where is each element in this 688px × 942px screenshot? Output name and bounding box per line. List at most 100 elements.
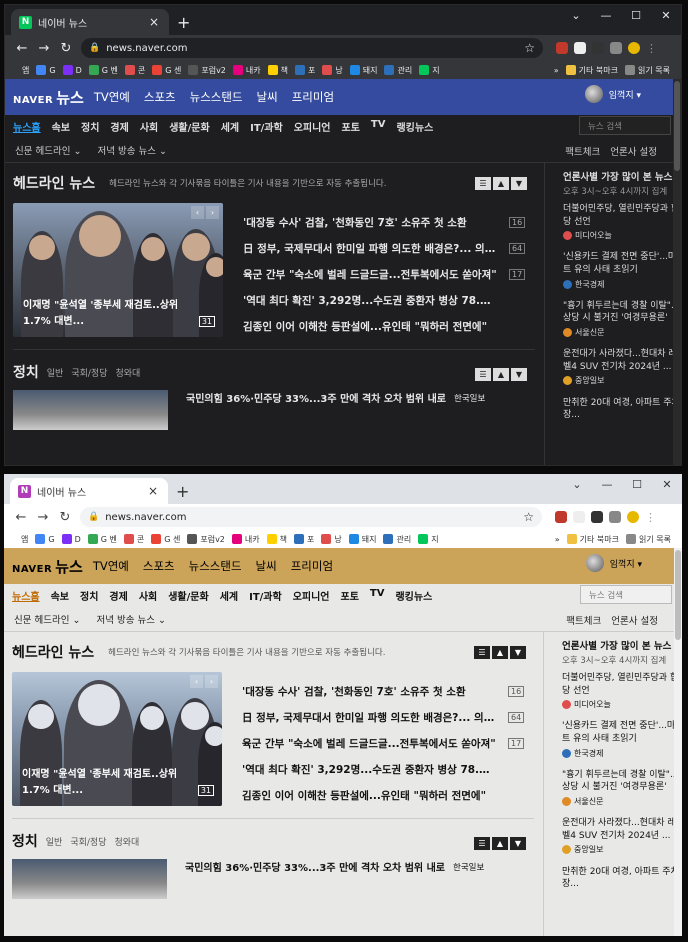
extension-icon[interactable] bbox=[555, 511, 567, 523]
bookmark-item[interactable]: D bbox=[62, 65, 82, 76]
maximize-button[interactable]: ☐ bbox=[622, 474, 652, 498]
category-tab[interactable]: TV bbox=[371, 119, 386, 134]
reload-icon[interactable]: ↻ bbox=[55, 41, 77, 56]
bookmark-item[interactable]: G 벤 bbox=[87, 534, 117, 545]
new-tab-button[interactable]: + bbox=[177, 9, 190, 35]
bookmark-item[interactable]: 포럼v2 bbox=[187, 534, 225, 545]
category-tab[interactable]: 오피니언 bbox=[294, 119, 331, 134]
bookmarks-more-button[interactable]: » bbox=[555, 535, 560, 544]
bookmark-item[interactable]: 돼지 bbox=[349, 65, 377, 76]
browser-tab[interactable]: N 네이버 뉴스 × bbox=[11, 9, 169, 35]
next-arrow-icon[interactable]: › bbox=[206, 206, 219, 219]
reading-list[interactable]: 읽기 목록 bbox=[625, 65, 670, 76]
most-viewed-item[interactable]: "흉기 휘두르는데 경찰 이탈"...상당 시 불거진 '여경무용론' 서울신문 bbox=[562, 769, 682, 807]
scrollbar-thumb[interactable] bbox=[675, 550, 681, 640]
sub-nav-item[interactable]: 신문 헤드라인 ⌄ bbox=[15, 143, 81, 157]
extension-icon[interactable] bbox=[556, 42, 568, 54]
headline-item[interactable]: 日 정부, 국제무대서 한미일 파행 의도한 배경은?... 의도된 것 64 bbox=[243, 235, 535, 261]
headline-item[interactable]: '역대 최다 확진' 3,292명...수도권 중환자 병상 78.2%... bbox=[243, 287, 535, 313]
most-viewed-item[interactable]: 운전대가 사라졌다...현대차 레벨4 SUV 전기차 2024년 ... 중앙일… bbox=[562, 817, 682, 855]
headline-item[interactable]: '역대 최다 확진' 3,292명...수도권 중환자 병상 78.2%... bbox=[242, 756, 534, 782]
scrollbar[interactable] bbox=[674, 548, 682, 936]
bookmark-item[interactable]: 지 bbox=[419, 65, 440, 76]
sub-nav-item[interactable]: 신문 헤드라인 ⌄ bbox=[14, 612, 80, 626]
bookmark-item[interactable]: 책 bbox=[267, 65, 288, 76]
category-tab[interactable]: 랭킹뉴스 bbox=[395, 588, 432, 603]
chevron-down-icon[interactable]: ▼ bbox=[511, 177, 527, 190]
headline-item[interactable]: 육군 간부 "숙소에 벌레 드글드글...전투복에서도 쏟아져" 17 bbox=[242, 730, 534, 756]
back-arrow-icon[interactable]: ← bbox=[10, 510, 32, 525]
profile-icon[interactable] bbox=[628, 42, 640, 54]
bookmark-item[interactable]: 낭 bbox=[321, 534, 342, 545]
sub-nav-link[interactable]: 팩트체크 bbox=[566, 613, 601, 627]
news-search-input[interactable]: 뉴스 검색 bbox=[580, 585, 672, 604]
scrollbar[interactable] bbox=[673, 79, 681, 465]
category-tab[interactable]: 오피니언 bbox=[293, 588, 330, 603]
chevron-up-icon[interactable]: ▲ bbox=[492, 837, 508, 850]
top-menu-item[interactable]: 프리미엄 bbox=[291, 558, 333, 574]
puzzle-icon[interactable] bbox=[609, 511, 621, 523]
category-tab[interactable]: 뉴스홈 bbox=[12, 588, 40, 603]
reading-list[interactable]: 읽기 목록 bbox=[626, 534, 671, 545]
politics-tab[interactable]: 일반 bbox=[46, 835, 63, 848]
most-viewed-item[interactable]: '신용카드 결제 전면 중단'...마트 유의 사태 초읽기 한국경제 bbox=[562, 720, 682, 758]
category-tab[interactable]: 생활/문화 bbox=[169, 119, 209, 134]
top-menu-item[interactable]: 날씨 bbox=[257, 89, 278, 105]
minimize-button[interactable]: — bbox=[592, 474, 622, 498]
top-menu-item[interactable]: 프리미엄 bbox=[292, 89, 334, 105]
bookmark-item[interactable]: 내카 bbox=[232, 65, 261, 76]
sub-nav-link[interactable]: 언론사 설정 bbox=[610, 144, 657, 158]
most-viewed-item[interactable]: "흉기 휘두르는데 경찰 이탈"...상당 시 불거진 '여경무용론' 서울신문 bbox=[563, 300, 681, 338]
top-menu-item[interactable]: 스포츠 bbox=[144, 89, 176, 105]
tab-close-icon[interactable]: × bbox=[147, 15, 161, 29]
bookmark-item[interactable]: 앱 bbox=[9, 65, 29, 76]
category-tab[interactable]: 포토 bbox=[341, 588, 359, 603]
chevron-up-icon[interactable]: ▲ bbox=[493, 368, 509, 381]
politics-headline[interactable]: 국민의힘 36%·민주당 33%...3주 만에 격차 오차 범위 내로 한국일… bbox=[168, 390, 485, 406]
browser-tab[interactable]: N 네이버 뉴스 × bbox=[10, 478, 168, 504]
top-menu-item[interactable]: TV연예 bbox=[93, 558, 129, 574]
forward-arrow-icon[interactable]: → bbox=[32, 510, 54, 525]
bookmark-item[interactable]: 낭 bbox=[322, 65, 343, 76]
prev-arrow-icon[interactable]: ‹ bbox=[190, 675, 203, 688]
politics-tab[interactable]: 일반 bbox=[47, 366, 64, 379]
headline-item[interactable]: '대장동 수사' 검찰, '천화동인 7호' 소유주 첫 소환 16 bbox=[243, 209, 535, 235]
category-tab[interactable]: 포토 bbox=[342, 119, 360, 134]
top-menu-item[interactable]: 뉴스스탠드 bbox=[190, 89, 243, 105]
top-menu-item[interactable]: 스포츠 bbox=[143, 558, 175, 574]
most-viewed-item[interactable]: 만취한 20대 여경, 아파트 주차장... bbox=[563, 397, 681, 422]
next-arrow-icon[interactable]: › bbox=[205, 675, 218, 688]
most-viewed-item[interactable]: 만취한 20대 여경, 아파트 주차장... bbox=[562, 866, 682, 891]
politics-tab[interactable]: 청와대 bbox=[114, 835, 139, 848]
naver-news-logo[interactable]: NAVER 뉴스 bbox=[12, 556, 83, 577]
list-view-icon[interactable]: ☰ bbox=[474, 837, 490, 850]
chevron-up-icon[interactable]: ▲ bbox=[492, 646, 508, 659]
bookmark-folder[interactable]: 기타 북마크 bbox=[566, 534, 619, 545]
sub-nav-link[interactable]: 팩트체크 bbox=[565, 144, 600, 158]
headline-thumbnail[interactable]: ‹ › 이재명 "윤석열 '종부세 재검토..상위 1.7% 대변... 31 bbox=[12, 672, 222, 806]
bookmark-item[interactable]: 돼지 bbox=[348, 534, 376, 545]
bookmark-item[interactable]: G 센 bbox=[151, 534, 180, 545]
category-tab[interactable]: 경제 bbox=[109, 588, 127, 603]
most-viewed-item[interactable]: 더불어민주당, 열린민주당과 합당 선언 미디어오늘 bbox=[562, 672, 682, 710]
chevron-down-icon[interactable]: ⌄ bbox=[561, 5, 591, 29]
headline-item[interactable]: 김종인 이어 이해찬 등판설에...유인태 "뭐하러 전면에" bbox=[243, 313, 535, 339]
headline-item[interactable]: 김종인 이어 이해찬 등판설에...유인태 "뭐하러 전면에" bbox=[242, 782, 534, 808]
bookmarks-more-button[interactable]: » bbox=[554, 66, 559, 75]
headline-item[interactable]: 육군 간부 "숙소에 벌레 드글드글...전투복에서도 쏟아져" 17 bbox=[243, 261, 535, 287]
category-tab[interactable]: 세계 bbox=[221, 119, 239, 134]
extension-icon[interactable] bbox=[574, 42, 586, 54]
category-tab[interactable]: 사회 bbox=[140, 119, 158, 134]
scrollbar-thumb[interactable] bbox=[674, 81, 680, 171]
list-view-icon[interactable]: ☰ bbox=[475, 368, 491, 381]
list-view-icon[interactable]: ☰ bbox=[474, 646, 490, 659]
bookmark-item[interactable]: 포 bbox=[295, 65, 315, 76]
close-window-button[interactable]: ✕ bbox=[652, 474, 682, 498]
bookmark-item[interactable]: G bbox=[35, 534, 55, 545]
category-tab[interactable]: 생활/문화 bbox=[168, 588, 208, 603]
extension-icon[interactable] bbox=[592, 42, 604, 54]
bookmark-item[interactable]: 책 bbox=[266, 534, 287, 545]
bookmark-item[interactable]: 콘 bbox=[124, 65, 145, 76]
bookmark-item[interactable]: 포 bbox=[294, 534, 314, 545]
bookmark-item[interactable]: G 벤 bbox=[88, 65, 118, 76]
